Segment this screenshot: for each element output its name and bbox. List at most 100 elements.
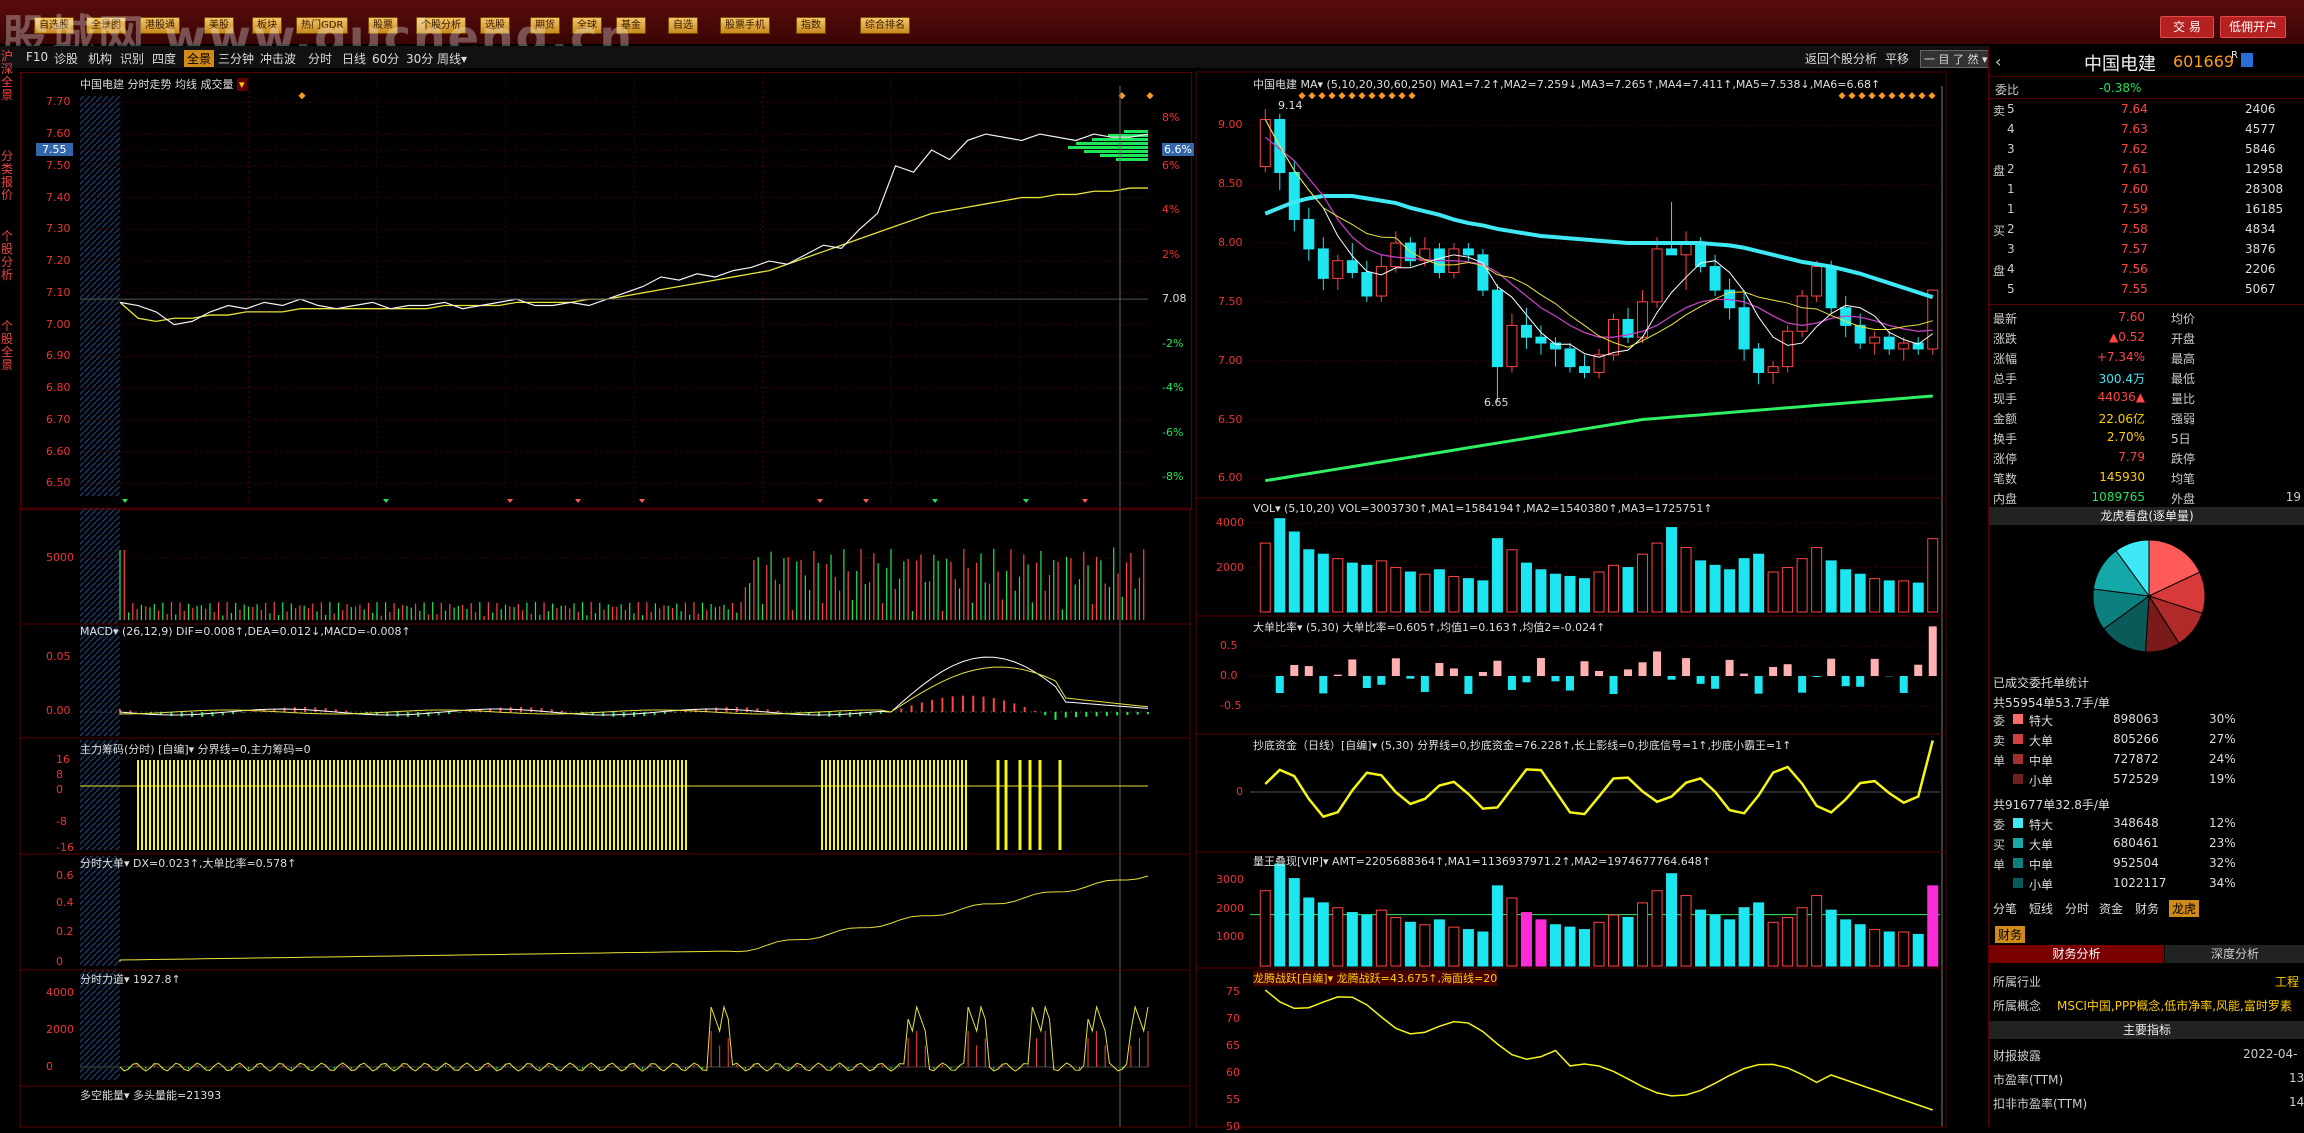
vol-bar [1565, 576, 1575, 612]
amt-bar [1899, 932, 1909, 966]
caiwu-tab[interactable]: 财务 [1995, 926, 2025, 943]
force-line [120, 1007, 1148, 1071]
intraday-price-tick: 7.30 [46, 222, 71, 235]
vol-bar [1478, 581, 1488, 612]
intraday-pct-tick: -2% [1162, 337, 1183, 350]
stat-value: 44036▲ [2098, 390, 2145, 404]
amt-bar [1812, 896, 1822, 966]
kline-diamond [1848, 92, 1855, 99]
legend-swatch [2013, 714, 2023, 724]
fin-analysis-tab[interactable]: 财务分析 [1989, 945, 2164, 963]
vol-bar [1855, 574, 1865, 612]
candle-body [1318, 249, 1328, 278]
kline-price-tick: 6.00 [1218, 471, 1243, 484]
bigratio-tick: 0.0 [1220, 669, 1238, 682]
bigratio-bar [1914, 665, 1922, 676]
big-order-tick: 0.6 [56, 869, 74, 882]
price-volume-profile-bar [1100, 154, 1148, 157]
chip-tick: -8 [56, 815, 67, 828]
quote-tab-1[interactable]: 短线 [2029, 900, 2053, 917]
bigratio-bar [1842, 676, 1850, 686]
bigratio-bar [1348, 659, 1356, 676]
quote-tab-2[interactable]: 分时 [2065, 900, 2089, 917]
stat-value: 1089765 [2092, 490, 2145, 504]
deal-title: 已成交委托单统计 [1993, 674, 2089, 691]
intraday-pct-tick: -4% [1162, 381, 1183, 394]
stat-label-2: 最高 [2171, 350, 2195, 367]
big-order-tick: 0 [56, 955, 63, 968]
buy-side-char: 买 [1993, 836, 2005, 853]
kline-price-tick: 7.00 [1218, 354, 1243, 367]
intraday-signal-triangle [639, 499, 645, 503]
intraday-pct-tick: 2% [1162, 248, 1179, 261]
dragon-tick: 55 [1226, 1093, 1240, 1106]
candle-body [1812, 267, 1822, 296]
kline-diamond [1408, 92, 1415, 99]
intraday-price-tick: 6.90 [46, 349, 71, 362]
candle-body [1376, 267, 1386, 296]
vol-bar [1405, 572, 1415, 612]
ask-price: 7.64 [2121, 102, 2148, 116]
intraday-price-tick: 7.70 [46, 95, 71, 108]
candle-body [1304, 220, 1314, 249]
vol-bar [1376, 561, 1386, 612]
quote-tab-0[interactable]: 分笔 [1993, 900, 2017, 917]
bigratio-bar [1435, 663, 1443, 676]
vol-bar [1841, 570, 1851, 612]
quote-tab-4[interactable]: 财务 [2135, 900, 2159, 917]
bigratio-bar [1406, 676, 1414, 679]
bigratio-bar [1479, 672, 1487, 676]
candle-body [1492, 290, 1502, 366]
buy-row-volume: 348648 [2113, 816, 2159, 830]
candle-body [1478, 255, 1488, 290]
vol-bar [1696, 561, 1706, 612]
intraday-pct-tick: 4% [1162, 203, 1179, 216]
amt-bar [1594, 922, 1604, 966]
intraday-price-tick: 6.50 [46, 476, 71, 489]
stat-value: 2.70% [2107, 430, 2145, 444]
candle-body [1768, 367, 1778, 373]
ask-price: 7.62 [2121, 142, 2148, 156]
bigratio-bar [1856, 676, 1864, 687]
bid-side-label: 买 [1993, 222, 2005, 239]
margin-icon [2241, 53, 2253, 67]
price-volume-profile-bar [1076, 142, 1148, 145]
bigratio-bar [1319, 676, 1327, 693]
amt-bar [1275, 864, 1285, 966]
kpe-value: 14 [2289, 1095, 2304, 1109]
vol-bar [1681, 548, 1691, 612]
amt-bar [1449, 927, 1459, 966]
bigratio-bar [1566, 676, 1574, 691]
kline-diamond [1348, 92, 1355, 99]
stat-label: 笔数 [1993, 470, 2017, 487]
stat-value: 300.4万 [2099, 370, 2145, 387]
candle-body [1347, 261, 1357, 273]
kline-diamond [1898, 92, 1905, 99]
premarket-hatch-1 [80, 508, 120, 624]
vol-bar [1449, 576, 1459, 612]
quote-tab-5[interactable]: 龙虎 [2169, 900, 2199, 917]
deep-analysis-tab[interactable]: 深度分析 [2165, 945, 2304, 963]
sell-row-label: 中单 [2029, 752, 2053, 769]
bigratio-bar [1827, 659, 1835, 676]
vol-bar [1783, 568, 1793, 612]
back-arrow-icon[interactable]: ‹ [1995, 52, 2001, 71]
quote-tab-3[interactable]: 资金 [2099, 900, 2123, 917]
main-index-title: 主要指标 [1989, 1021, 2304, 1039]
bid-volume: 16185 [2245, 202, 2283, 216]
signal-diamond [298, 92, 305, 99]
intraday-price-tick: 7.00 [46, 318, 71, 331]
stat-label-2: 最低 [2171, 370, 2195, 387]
bid-level: 4 [2007, 262, 2015, 276]
force-header: 分时力道▾ 1927.8↑ [80, 971, 181, 987]
bid-volume: 2206 [2245, 262, 2276, 276]
dragon-tick: 70 [1226, 1012, 1240, 1025]
amt-bar [1463, 930, 1473, 966]
ask-price: 7.63 [2121, 122, 2148, 136]
vol-bar [1347, 563, 1357, 612]
price-volume-profile-bar [1124, 130, 1148, 133]
legend-swatch [2013, 838, 2023, 848]
vol-bar [1725, 570, 1735, 612]
kline-diamond [1398, 92, 1405, 99]
amt-bar [1681, 896, 1691, 966]
